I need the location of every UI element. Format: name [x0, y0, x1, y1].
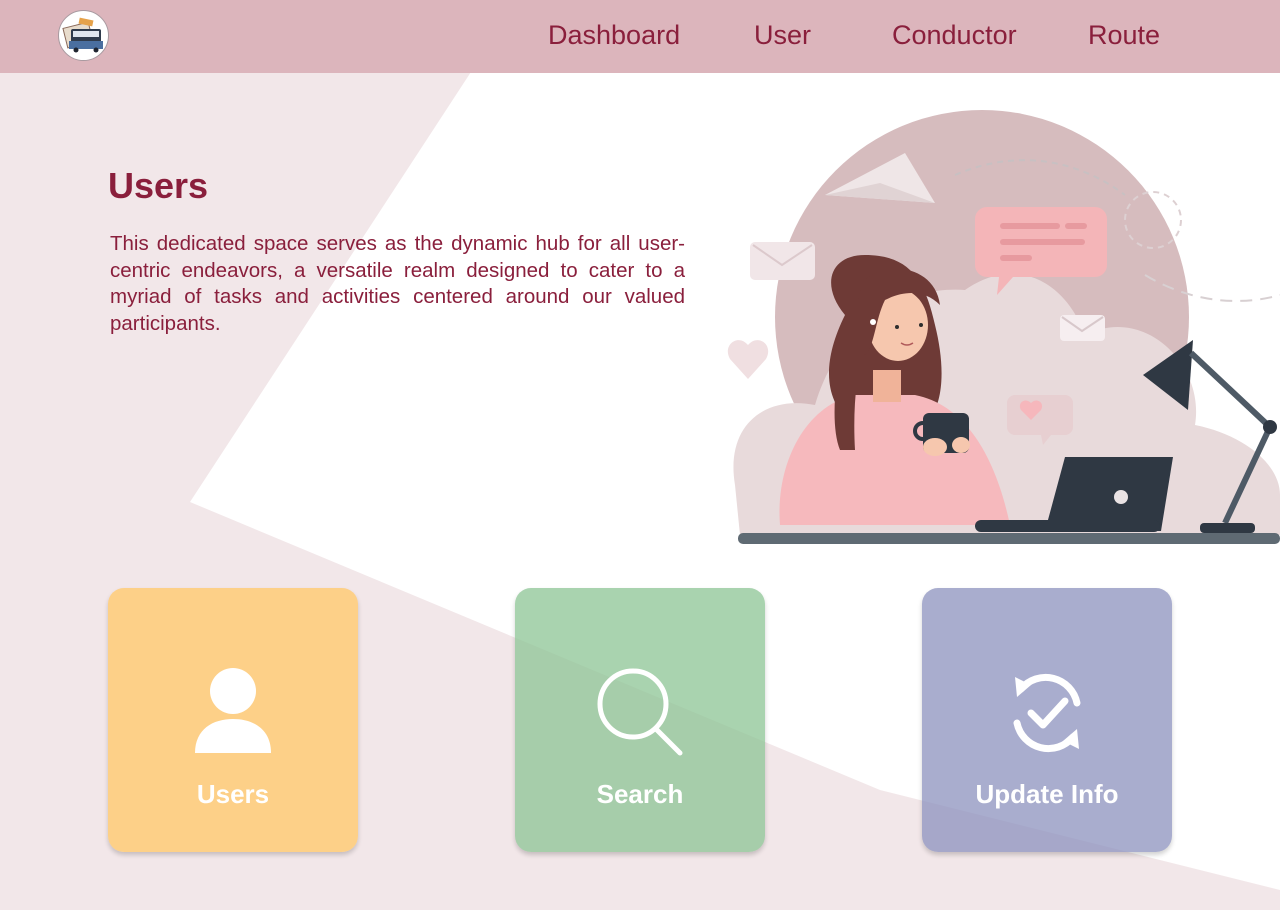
- nav-user[interactable]: User: [754, 20, 811, 51]
- refresh-check-icon: [1013, 673, 1081, 753]
- users-card-label: Users: [196, 779, 270, 809]
- navbar: Dashboard User Conductor Route: [0, 0, 1280, 73]
- user-icon: [195, 668, 271, 753]
- update-info-card[interactable]: Update Info: [922, 588, 1172, 852]
- search-icon: [597, 668, 683, 756]
- update-info-card-label: Update Info: [975, 779, 1119, 809]
- logo[interactable]: [58, 10, 109, 61]
- search-card[interactable]: Search: [515, 588, 765, 852]
- page-description: This dedicated space serves as the dynam…: [110, 232, 685, 335]
- nav-route[interactable]: Route: [1088, 20, 1160, 51]
- search-card-label: Search: [596, 779, 684, 809]
- bus-logo-icon: [62, 17, 103, 53]
- woman-at-laptop-illustration: [727, 110, 1280, 544]
- nav-dashboard[interactable]: Dashboard: [548, 20, 680, 51]
- users-card[interactable]: Users: [108, 588, 358, 852]
- nav-conductor[interactable]: Conductor: [892, 20, 1017, 51]
- page-title: Users: [108, 165, 209, 206]
